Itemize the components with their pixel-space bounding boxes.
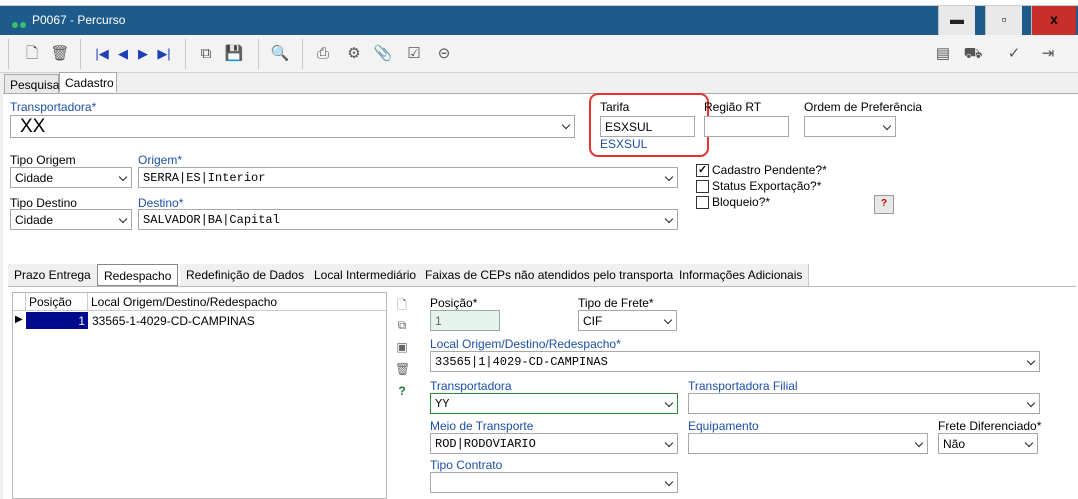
copy-row-icon[interactable]: ⧉ bbox=[395, 318, 409, 332]
highlight-box bbox=[589, 93, 709, 157]
ordem-preferencia-label: Ordem de Preferência bbox=[804, 100, 923, 114]
minimize-button[interactable]: ▬ bbox=[938, 6, 975, 35]
posicao-input[interactable]: 1 bbox=[430, 310, 500, 331]
app-logo-icon bbox=[12, 17, 28, 31]
transportadora-filial-label: Transportadora Filial bbox=[688, 379, 798, 393]
tipo-destino-select[interactable]: Cidade bbox=[10, 209, 132, 230]
equipamento-label: Equipamento bbox=[688, 419, 759, 433]
tipo-origem-label: Tipo Origem bbox=[10, 153, 76, 167]
new-icon[interactable]: 🗋 bbox=[20, 42, 44, 66]
equipamento-select[interactable] bbox=[688, 433, 928, 454]
copy-icon[interactable]: ⧉ bbox=[194, 42, 218, 66]
tab-prazo-entrega[interactable]: Prazo Entrega bbox=[8, 264, 98, 286]
transportadora-detail-select[interactable]: YY bbox=[430, 393, 678, 414]
last-record-icon[interactable]: ▶| bbox=[152, 42, 176, 66]
status-exportacao-checkbox[interactable] bbox=[696, 180, 709, 193]
redespacho-grid: Posição Local Origem/Destino/Redespacho … bbox=[12, 292, 387, 499]
tipo-contrato-label: Tipo Contrato bbox=[430, 458, 503, 472]
settings-icon[interactable]: ⚙ bbox=[342, 42, 366, 66]
tipo-frete-select[interactable]: CIF bbox=[578, 310, 677, 331]
tipo-destino-label: Tipo Destino bbox=[10, 196, 77, 210]
tab-pesquisa[interactable]: Pesquisa bbox=[4, 74, 59, 93]
transportadora-detail-label: Transportadora bbox=[430, 379, 512, 393]
meio-transporte-select[interactable]: ROD|RODOVIARIO bbox=[430, 433, 678, 454]
attach-icon[interactable]: 📎 bbox=[371, 42, 395, 66]
frete-diferenciado-select[interactable]: Não bbox=[938, 433, 1038, 454]
toolbar-separator bbox=[258, 39, 259, 69]
print-icon[interactable]: ⎙ bbox=[311, 42, 335, 66]
help-icon[interactable]: ? bbox=[395, 384, 409, 398]
toolbar-separator bbox=[8, 39, 9, 69]
transportadora-filial-select[interactable] bbox=[688, 393, 1040, 414]
tab-informacoes-adicionais[interactable]: Informações Adicionais bbox=[673, 264, 810, 286]
frete-diferenciado-label: Frete Diferenciado* bbox=[938, 419, 1042, 433]
new-row-icon[interactable]: 🗋 bbox=[395, 296, 409, 312]
title-bar: P0067 - Percurso ▬ ▫ x bbox=[0, 6, 1078, 35]
tab-redespacho[interactable]: Redespacho bbox=[97, 264, 179, 286]
ordem-preferencia-select[interactable] bbox=[804, 116, 896, 137]
toolbar-separator bbox=[185, 39, 186, 69]
status-exportacao-label: Status Exportação?* bbox=[712, 179, 822, 193]
delete-row-icon[interactable]: 🗑 bbox=[395, 362, 410, 376]
tipo-frete-label: Tipo de Frete* bbox=[578, 296, 654, 310]
grid-cell-local[interactable]: 33565-1-4029-CD-CAMPINAS bbox=[92, 314, 255, 328]
bloqueio-checkbox[interactable] bbox=[696, 196, 709, 209]
toolbar-separator bbox=[302, 39, 303, 69]
tipo-contrato-select[interactable] bbox=[430, 472, 678, 493]
tipo-origem-select[interactable]: Cidade bbox=[10, 167, 132, 188]
close-button[interactable]: x bbox=[1031, 6, 1076, 35]
destino-label: Destino* bbox=[138, 196, 184, 210]
exit-icon[interactable]: ⇥ bbox=[1036, 42, 1060, 66]
transportadora-select[interactable]: XX bbox=[10, 115, 575, 138]
origem-label: Origem* bbox=[138, 153, 183, 167]
local-redespacho-label: Local Origem/Destino/Redespacho* bbox=[430, 337, 621, 351]
toolbar-separator bbox=[80, 39, 81, 69]
confirm-icon[interactable]: ✓ bbox=[1002, 42, 1026, 66]
cadastro-pendente-label: Cadastro Pendente?* bbox=[712, 163, 827, 177]
link-icon[interactable]: ⊝ bbox=[432, 42, 456, 66]
destino-select[interactable]: SALVADOR|BA|Capital bbox=[138, 209, 678, 230]
bloqueio-label: Bloqueio?* bbox=[712, 195, 771, 209]
tab-cadastro[interactable]: Cadastro bbox=[59, 72, 117, 92]
grid-header-posicao[interactable]: Posição bbox=[26, 293, 88, 311]
search-tool-icon[interactable]: 🔍 bbox=[268, 42, 292, 66]
grid-header-local[interactable]: Local Origem/Destino/Redespacho bbox=[88, 293, 386, 311]
grid-cell-posicao[interactable]: 1 bbox=[26, 312, 88, 329]
tab-local-intermediario[interactable]: Local Intermediário bbox=[308, 264, 424, 286]
truck-icon[interactable]: ⛟ bbox=[961, 42, 985, 66]
tab-faixas-ceps[interactable]: Faixas de CEPs não atendidos pelo transp… bbox=[419, 264, 698, 286]
local-redespacho-select[interactable]: 33565|1|4029-CD-CAMPINAS bbox=[430, 351, 1040, 372]
origem-select[interactable]: SERRA|ES|Interior bbox=[138, 167, 678, 188]
tab-redefinicao-dados[interactable]: Redefinição de Dados bbox=[180, 264, 312, 286]
grid-corner bbox=[13, 293, 26, 311]
transportadora-label: Transportadora* bbox=[10, 100, 97, 114]
report-icon[interactable]: ▤ bbox=[931, 42, 955, 66]
row-pointer-icon: ▶ bbox=[15, 314, 23, 325]
meio-transporte-label: Meio de Transporte bbox=[430, 419, 534, 433]
check-icon[interactable]: ☑ bbox=[402, 42, 426, 66]
delete-icon[interactable]: 🗑 bbox=[48, 42, 72, 66]
window-title: P0067 - Percurso bbox=[32, 13, 126, 27]
cadastro-pendente-checkbox[interactable]: ✓ bbox=[696, 164, 709, 177]
save-row-icon[interactable]: ▣ bbox=[395, 340, 409, 354]
maximize-button[interactable]: ▫ bbox=[985, 6, 1022, 35]
regiao-rt-label: Região RT bbox=[704, 100, 762, 114]
toolbar: 🗋 🗑 |◀ ◀ ▶ ▶| ⧉ 💾 🔍 ⎙ ⚙ 📎 ☑ ⊝ ▤ ⛟ ✓ ⇥ bbox=[0, 35, 1078, 73]
table-row[interactable]: ▶ 1 33565-1-4029-CD-CAMPINAS bbox=[13, 312, 386, 330]
regiao-rt-input[interactable] bbox=[704, 116, 789, 137]
help-button[interactable]: ? bbox=[874, 195, 894, 214]
save-icon[interactable]: 💾 bbox=[222, 42, 246, 66]
posicao-label: Posição* bbox=[430, 296, 478, 310]
